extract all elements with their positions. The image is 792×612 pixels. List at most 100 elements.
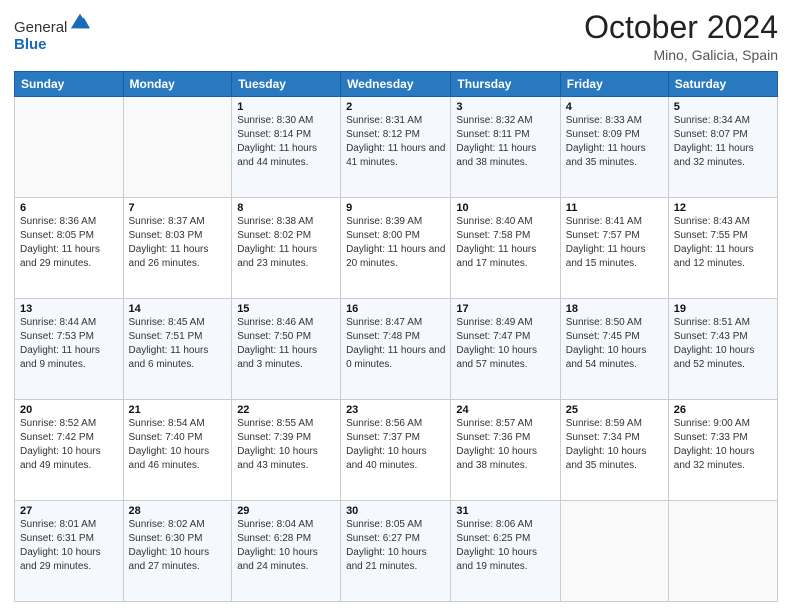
table-cell: 12Sunrise: 8:43 AM Sunset: 7:55 PM Dayli… (668, 198, 777, 299)
table-cell: 30Sunrise: 8:05 AM Sunset: 6:27 PM Dayli… (341, 501, 451, 602)
day-info: Sunrise: 8:30 AM Sunset: 8:14 PM Dayligh… (237, 114, 335, 170)
day-number: 11 (566, 202, 663, 214)
location: Mino, Galicia, Spain (584, 47, 778, 63)
day-info: Sunrise: 8:47 AM Sunset: 7:48 PM Dayligh… (346, 316, 445, 372)
day-number: 8 (237, 202, 335, 214)
table-cell: 27Sunrise: 8:01 AM Sunset: 6:31 PM Dayli… (15, 501, 124, 602)
day-info: Sunrise: 8:32 AM Sunset: 8:11 PM Dayligh… (456, 114, 554, 170)
table-cell: 25Sunrise: 8:59 AM Sunset: 7:34 PM Dayli… (560, 400, 668, 501)
day-info: Sunrise: 8:36 AM Sunset: 8:05 PM Dayligh… (20, 215, 118, 271)
day-number: 10 (456, 202, 554, 214)
table-cell: 20Sunrise: 8:52 AM Sunset: 7:42 PM Dayli… (15, 400, 124, 501)
table-cell: 16Sunrise: 8:47 AM Sunset: 7:48 PM Dayli… (341, 299, 451, 400)
day-number: 9 (346, 202, 445, 214)
col-wednesday: Wednesday (341, 72, 451, 97)
table-cell: 17Sunrise: 8:49 AM Sunset: 7:47 PM Dayli… (451, 299, 560, 400)
table-cell: 29Sunrise: 8:04 AM Sunset: 6:28 PM Dayli… (232, 501, 341, 602)
day-number: 16 (346, 303, 445, 315)
day-number: 5 (674, 101, 772, 113)
table-cell (15, 97, 124, 198)
day-info: Sunrise: 8:43 AM Sunset: 7:55 PM Dayligh… (674, 215, 772, 271)
day-info: Sunrise: 8:34 AM Sunset: 8:07 PM Dayligh… (674, 114, 772, 170)
day-info: Sunrise: 8:54 AM Sunset: 7:40 PM Dayligh… (129, 417, 227, 473)
table-cell: 9Sunrise: 8:39 AM Sunset: 8:00 PM Daylig… (341, 198, 451, 299)
col-sunday: Sunday (15, 72, 124, 97)
day-info: Sunrise: 8:33 AM Sunset: 8:09 PM Dayligh… (566, 114, 663, 170)
day-info: Sunrise: 9:00 AM Sunset: 7:33 PM Dayligh… (674, 417, 772, 473)
day-number: 26 (674, 404, 772, 416)
day-info: Sunrise: 8:06 AM Sunset: 6:25 PM Dayligh… (456, 518, 554, 574)
day-info: Sunrise: 8:41 AM Sunset: 7:57 PM Dayligh… (566, 215, 663, 271)
table-cell: 23Sunrise: 8:56 AM Sunset: 7:37 PM Dayli… (341, 400, 451, 501)
title-block: October 2024 Mino, Galicia, Spain (584, 10, 778, 63)
col-friday: Friday (560, 72, 668, 97)
page: General Blue October 2024 Mino, Galicia,… (0, 0, 792, 612)
day-number: 17 (456, 303, 554, 315)
day-info: Sunrise: 8:49 AM Sunset: 7:47 PM Dayligh… (456, 316, 554, 372)
day-info: Sunrise: 8:55 AM Sunset: 7:39 PM Dayligh… (237, 417, 335, 473)
header: General Blue October 2024 Mino, Galicia,… (14, 10, 778, 63)
day-number: 4 (566, 101, 663, 113)
day-info: Sunrise: 8:57 AM Sunset: 7:36 PM Dayligh… (456, 417, 554, 473)
day-info: Sunrise: 8:40 AM Sunset: 7:58 PM Dayligh… (456, 215, 554, 271)
day-number: 13 (20, 303, 118, 315)
day-number: 24 (456, 404, 554, 416)
table-cell (123, 97, 232, 198)
day-info: Sunrise: 8:51 AM Sunset: 7:43 PM Dayligh… (674, 316, 772, 372)
table-cell: 26Sunrise: 9:00 AM Sunset: 7:33 PM Dayli… (668, 400, 777, 501)
table-cell: 14Sunrise: 8:45 AM Sunset: 7:51 PM Dayli… (123, 299, 232, 400)
table-cell: 19Sunrise: 8:51 AM Sunset: 7:43 PM Dayli… (668, 299, 777, 400)
logo-blue-text: Blue (14, 36, 47, 53)
day-info: Sunrise: 8:02 AM Sunset: 6:30 PM Dayligh… (129, 518, 227, 574)
table-cell: 15Sunrise: 8:46 AM Sunset: 7:50 PM Dayli… (232, 299, 341, 400)
day-number: 27 (20, 505, 118, 517)
day-number: 6 (20, 202, 118, 214)
day-number: 30 (346, 505, 445, 517)
col-monday: Monday (123, 72, 232, 97)
day-number: 12 (674, 202, 772, 214)
table-cell: 6Sunrise: 8:36 AM Sunset: 8:05 PM Daylig… (15, 198, 124, 299)
table-cell: 7Sunrise: 8:37 AM Sunset: 8:03 PM Daylig… (123, 198, 232, 299)
day-number: 28 (129, 505, 227, 517)
table-cell: 10Sunrise: 8:40 AM Sunset: 7:58 PM Dayli… (451, 198, 560, 299)
day-number: 31 (456, 505, 554, 517)
calendar-table: Sunday Monday Tuesday Wednesday Thursday… (14, 71, 778, 602)
table-cell: 31Sunrise: 8:06 AM Sunset: 6:25 PM Dayli… (451, 501, 560, 602)
table-cell: 2Sunrise: 8:31 AM Sunset: 8:12 PM Daylig… (341, 97, 451, 198)
day-number: 19 (674, 303, 772, 315)
day-number: 22 (237, 404, 335, 416)
table-cell: 18Sunrise: 8:50 AM Sunset: 7:45 PM Dayli… (560, 299, 668, 400)
day-info: Sunrise: 8:52 AM Sunset: 7:42 PM Dayligh… (20, 417, 118, 473)
day-number: 18 (566, 303, 663, 315)
day-info: Sunrise: 8:56 AM Sunset: 7:37 PM Dayligh… (346, 417, 445, 473)
logo: General Blue (14, 10, 91, 53)
day-info: Sunrise: 8:46 AM Sunset: 7:50 PM Dayligh… (237, 316, 335, 372)
day-info: Sunrise: 8:01 AM Sunset: 6:31 PM Dayligh… (20, 518, 118, 574)
day-info: Sunrise: 8:44 AM Sunset: 7:53 PM Dayligh… (20, 316, 118, 372)
logo-general-text: General (14, 19, 67, 36)
day-number: 25 (566, 404, 663, 416)
logo-icon (69, 10, 91, 32)
table-cell: 21Sunrise: 8:54 AM Sunset: 7:40 PM Dayli… (123, 400, 232, 501)
day-info: Sunrise: 8:59 AM Sunset: 7:34 PM Dayligh… (566, 417, 663, 473)
day-number: 15 (237, 303, 335, 315)
day-number: 2 (346, 101, 445, 113)
day-number: 3 (456, 101, 554, 113)
day-number: 14 (129, 303, 227, 315)
day-number: 20 (20, 404, 118, 416)
day-number: 23 (346, 404, 445, 416)
day-info: Sunrise: 8:04 AM Sunset: 6:28 PM Dayligh… (237, 518, 335, 574)
table-cell: 1Sunrise: 8:30 AM Sunset: 8:14 PM Daylig… (232, 97, 341, 198)
table-cell: 24Sunrise: 8:57 AM Sunset: 7:36 PM Dayli… (451, 400, 560, 501)
day-info: Sunrise: 8:39 AM Sunset: 8:00 PM Dayligh… (346, 215, 445, 271)
table-cell (668, 501, 777, 602)
table-cell: 11Sunrise: 8:41 AM Sunset: 7:57 PM Dayli… (560, 198, 668, 299)
col-saturday: Saturday (668, 72, 777, 97)
day-info: Sunrise: 8:31 AM Sunset: 8:12 PM Dayligh… (346, 114, 445, 170)
day-number: 1 (237, 101, 335, 113)
day-number: 29 (237, 505, 335, 517)
table-cell: 4Sunrise: 8:33 AM Sunset: 8:09 PM Daylig… (560, 97, 668, 198)
day-info: Sunrise: 8:05 AM Sunset: 6:27 PM Dayligh… (346, 518, 445, 574)
day-info: Sunrise: 8:50 AM Sunset: 7:45 PM Dayligh… (566, 316, 663, 372)
table-cell: 8Sunrise: 8:38 AM Sunset: 8:02 PM Daylig… (232, 198, 341, 299)
